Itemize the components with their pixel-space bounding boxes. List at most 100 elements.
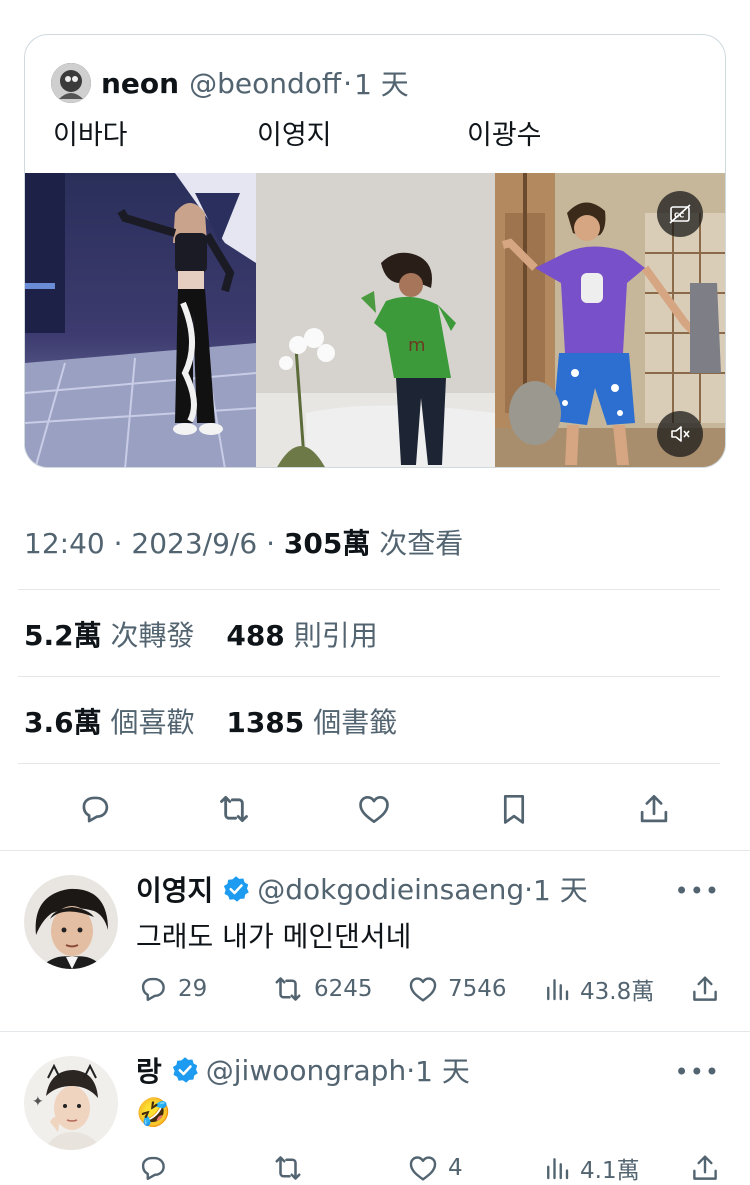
- bookmark-button[interactable]: [491, 786, 537, 832]
- bookmarks-label: 個書籤: [313, 706, 398, 739]
- retweets-count: 5.2萬: [24, 619, 102, 652]
- quotes-label: 則引用: [293, 619, 378, 652]
- reply-author-name[interactable]: 이영지: [136, 869, 213, 909]
- views-label: 次查看: [379, 527, 464, 560]
- reply-action-bar: 29 6245 7546 43.8萬: [136, 971, 726, 1007]
- reply-views-button[interactable]: 43.8萬: [542, 971, 654, 1007]
- reply-header: 랑 @jiwoongraph · 1 天: [136, 1050, 470, 1090]
- quoted-tweet-header: neon @beondoff · 1 天: [51, 63, 409, 103]
- reply-like-button[interactable]: 7546: [406, 971, 507, 1007]
- divider: [18, 763, 720, 764]
- like-icon: [359, 795, 389, 824]
- views-count: 4.1萬: [580, 1158, 640, 1184]
- share-icon: [693, 976, 717, 1001]
- views-count: 43.8萬: [580, 979, 655, 1005]
- verified-badge-icon: [224, 876, 250, 902]
- share-icon: [640, 794, 668, 823]
- reply-tweet[interactable]: 이영지 @dokgodieinsaeng · 1 天 ••• 그래도 내가 메인…: [0, 851, 750, 1031]
- retweet-icon: [275, 1156, 301, 1180]
- quoted-tweet-card[interactable]: neon @beondoff · 1 天 이바다 이영지 이광수 m: [24, 34, 726, 468]
- svg-text:✦: ✦: [32, 1094, 44, 1110]
- reply-reply-button[interactable]: [136, 1150, 178, 1185]
- reply-share-button[interactable]: [688, 971, 722, 1007]
- like-icon: [409, 1156, 437, 1181]
- label-2: 이영지: [257, 120, 332, 151]
- captions-button[interactable]: CC: [657, 191, 703, 237]
- retweet-button[interactable]: [211, 786, 257, 832]
- meta-separator: ·: [266, 527, 275, 560]
- quoted-author-handle[interactable]: @beondoff: [189, 67, 341, 100]
- reply-text: 그래도 내가 메인댄서네: [136, 920, 412, 953]
- quoted-separator: ·: [343, 66, 353, 100]
- reply-count: 29: [178, 976, 208, 1002]
- stats-row-likes: 3.6萬 個喜歡 1385 個書籤: [24, 701, 397, 741]
- reply-time[interactable]: 1 天: [533, 869, 588, 909]
- reply-icon: [141, 1156, 165, 1180]
- reply-separator: ·: [524, 872, 534, 906]
- retweet-icon: [220, 795, 248, 823]
- reply-avatar[interactable]: [24, 875, 118, 969]
- tweet-metadata: 12:40 · 2023/9/6 · 305萬 次查看: [24, 522, 463, 562]
- reply-icon: [82, 796, 109, 823]
- bookmarks-stat[interactable]: 1385 個書籤: [226, 706, 397, 739]
- quoted-author-name[interactable]: neon: [101, 67, 179, 100]
- reply-reply-button[interactable]: 29: [136, 971, 207, 1007]
- quoted-video[interactable]: m: [25, 173, 725, 467]
- svg-text:m: m: [408, 335, 426, 356]
- tweet-time[interactable]: 12:40: [24, 527, 105, 560]
- quoted-time: 1 天: [354, 68, 409, 101]
- like-icon: [409, 977, 437, 1002]
- reply-views-button[interactable]: 4.1萬: [542, 1150, 640, 1185]
- reply-button[interactable]: [72, 786, 118, 832]
- likes-stat[interactable]: 3.6萬 個喜歡: [24, 706, 195, 739]
- bookmarks-count: 1385: [226, 706, 305, 739]
- analytics-icon: [547, 1158, 569, 1180]
- more-options-icon[interactable]: •••: [675, 1058, 720, 1086]
- likes-label: 個喜歡: [110, 706, 195, 739]
- retweets-label: 次轉發: [110, 619, 195, 652]
- tweet-date[interactable]: 2023/9/6: [131, 527, 257, 560]
- more-options-icon[interactable]: •••: [675, 877, 720, 905]
- reply-avatar[interactable]: ✦: [24, 1056, 118, 1150]
- video-panel-room: CC: [495, 173, 725, 467]
- stats-row-reposts: 5.2萬 次轉發 488 則引用: [24, 614, 378, 654]
- video-panel-bedroom: m: [256, 173, 495, 467]
- divider: [18, 676, 720, 677]
- quotes-stat[interactable]: 488 則引用: [226, 619, 377, 652]
- retweet-icon: [275, 977, 301, 1001]
- tweet-action-bar: [0, 786, 750, 832]
- reply-tweet[interactable]: ✦ 랑 @jiwoongraph · 1 天 ••• 🤣 4 4.1萬: [0, 1032, 750, 1185]
- reply-author-name[interactable]: 랑: [136, 1050, 162, 1090]
- reply-action-bar: 4 4.1萬: [136, 1150, 726, 1185]
- like-count: 4: [448, 1155, 463, 1181]
- views-count: 305萬: [283, 527, 371, 560]
- share-button[interactable]: [631, 786, 677, 832]
- quoted-author-avatar[interactable]: [51, 63, 91, 103]
- reply-like-button[interactable]: 4: [406, 1150, 463, 1185]
- like-button[interactable]: [351, 786, 397, 832]
- reply-separator: ·: [406, 1053, 416, 1087]
- retweet-count: 6245: [314, 976, 373, 1002]
- reply-author-handle[interactable]: @jiwoongraph: [206, 1054, 406, 1087]
- share-icon: [693, 1155, 717, 1180]
- volume-muted-icon: [671, 426, 690, 442]
- retweets-stat[interactable]: 5.2萬 次轉發: [24, 619, 195, 652]
- likes-count: 3.6萬: [24, 706, 102, 739]
- reply-author-handle[interactable]: @dokgodieinsaeng: [257, 873, 524, 906]
- label-1: 이바다: [53, 120, 128, 151]
- reply-retweet-button[interactable]: [270, 1150, 314, 1185]
- reply-share-button[interactable]: [688, 1150, 722, 1185]
- reply-icon: [141, 977, 165, 1001]
- quotes-count: 488: [226, 619, 285, 652]
- meta-separator: ·: [113, 527, 123, 560]
- label-3: 이광수: [467, 120, 542, 151]
- mute-button[interactable]: [657, 411, 703, 457]
- reply-time[interactable]: 1 天: [415, 1050, 470, 1090]
- captions-off-icon: CC: [669, 204, 691, 224]
- bookmark-icon: [503, 794, 525, 824]
- reply-retweet-button[interactable]: 6245: [270, 971, 373, 1007]
- verified-badge-icon: [172, 1057, 198, 1083]
- divider: [18, 589, 720, 590]
- reply-text: 🤣: [136, 1096, 171, 1129]
- reply-header: 이영지 @dokgodieinsaeng · 1 天: [136, 869, 588, 909]
